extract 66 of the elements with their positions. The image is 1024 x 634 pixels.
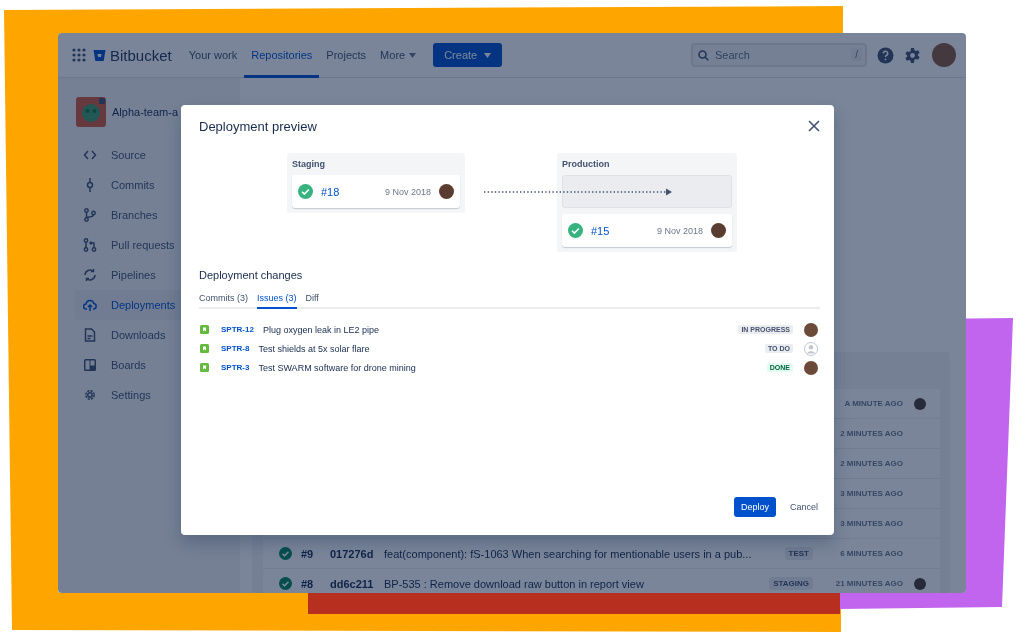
deployment-card[interactable]: #18 9 Nov 2018	[292, 175, 460, 208]
branch-icon	[83, 208, 97, 222]
success-check-icon	[568, 223, 583, 238]
deployment-time: 21 MINUTES AGO	[834, 579, 903, 588]
dialog-title: Deployment preview	[199, 118, 317, 134]
repository-avatar-icon	[76, 97, 106, 127]
issue-key[interactable]: SPTR-8	[221, 344, 250, 353]
deploy-button[interactable]: Deploy	[733, 497, 776, 517]
user-avatar	[711, 223, 726, 238]
cancel-button[interactable]: Cancel	[788, 497, 820, 517]
deployment-date: 9 Nov 2018	[656, 225, 703, 236]
deployment-number: #8	[301, 577, 315, 590]
commit-hash: dd6c211	[330, 577, 375, 590]
create-button[interactable]: Create	[433, 43, 503, 67]
environment-name: Staging	[292, 158, 326, 171]
success-check-icon	[279, 577, 292, 590]
issue-summary: Test SWARM software for drone mining	[258, 362, 417, 373]
product-name: Bitbucket	[110, 46, 172, 64]
issue-key[interactable]: SPTR-12	[221, 325, 254, 334]
settings-icon[interactable]	[904, 46, 921, 64]
code-icon	[83, 148, 97, 162]
commit-message: feat(component): fS-1063 When searching for mentionable users in a pub...	[384, 547, 753, 560]
issue-key[interactable]: SPTR-3	[221, 363, 250, 372]
close-icon[interactable]	[808, 120, 820, 132]
deployment-number: #9	[301, 547, 315, 560]
pull-request-icon	[83, 238, 97, 252]
board-icon	[83, 358, 97, 372]
user-avatar[interactable]	[932, 43, 956, 67]
deployment-card[interactable]: #15 9 Nov 2018	[562, 214, 732, 247]
commit-message: BP-535 : Remove download raw button in report view	[384, 577, 645, 590]
deployment-time: 2 MINUTES AGO	[839, 429, 903, 438]
bucket-logo-icon	[93, 48, 106, 62]
success-check-icon	[298, 184, 313, 199]
environment-lozenge: STAGING	[769, 577, 813, 590]
issue-summary: Plug oxygen leak in LE2 pipe	[262, 324, 380, 335]
deployment-time: 3 MINUTES AGO	[839, 519, 903, 528]
section-title: Deployment changes	[199, 269, 304, 281]
environment-lozenge: TEST	[784, 547, 813, 560]
app-switcher-icon[interactable]	[72, 48, 86, 62]
repository-name[interactable]: Alpha-team-a	[112, 106, 179, 118]
build-link[interactable]: #18	[321, 185, 377, 198]
environment-name: Production	[562, 158, 611, 171]
build-link[interactable]: #15	[591, 224, 649, 237]
caret-icon	[484, 52, 492, 58]
tab[interactable]: Issues (3)	[257, 293, 297, 309]
story-icon	[200, 363, 209, 372]
settings-icon	[83, 388, 97, 402]
deployment-time: A MINUTE AGO	[843, 399, 903, 408]
deployment-row[interactable]: #9 017276d feat(component): fS-1063 When searching for mentionable users in a pub... TEST 6 MINUTES AGO	[263, 539, 940, 569]
shortcut-key: /	[851, 48, 862, 61]
deployment-row[interactable]: #8 dd6c211 BP-535 : Remove download raw button in report view STAGING 21 MINUTES AGO	[263, 569, 940, 593]
story-icon	[200, 344, 209, 353]
deployment-time: 2 MINUTES AGO	[839, 459, 903, 468]
help-icon[interactable]	[877, 46, 894, 64]
deployment-time: 6 MINUTES AGO	[839, 549, 903, 558]
deployment-time: 3 MINUTES AGO	[839, 489, 903, 498]
success-check-icon	[279, 547, 292, 560]
issue-summary: Test shields at 5x solar flare	[258, 343, 371, 354]
tab[interactable]: Diff	[305, 293, 319, 309]
commit-hash: 017276d	[330, 547, 375, 560]
user-avatar	[439, 184, 454, 199]
deployment-date: 9 Nov 2018	[384, 186, 431, 197]
document-icon	[83, 328, 97, 342]
story-icon	[200, 325, 209, 334]
cloud-upload-icon	[83, 298, 97, 312]
refresh-icon	[83, 268, 97, 282]
